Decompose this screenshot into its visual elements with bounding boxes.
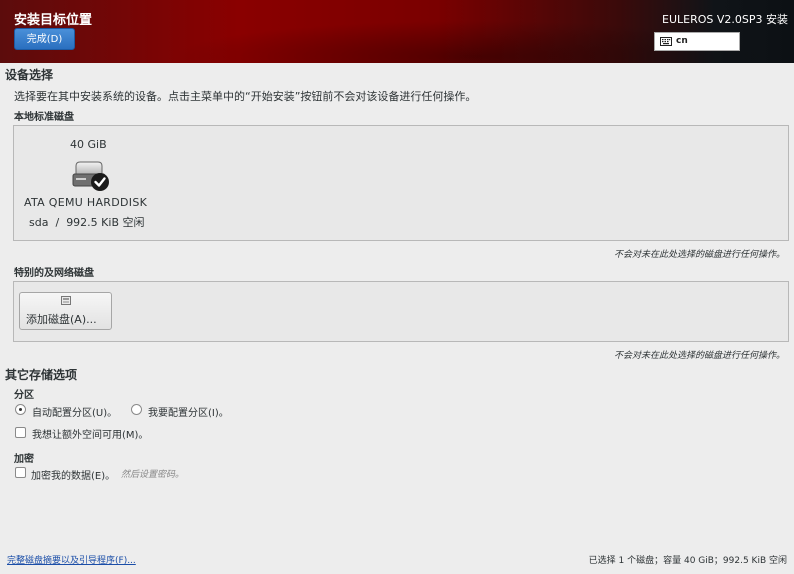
manual-partition-radio[interactable] bbox=[131, 404, 142, 415]
disk-separator: / bbox=[55, 216, 60, 229]
manual-partition-label[interactable]: 我要配置分区(I)。 bbox=[148, 404, 229, 419]
harddisk-selected-icon bbox=[72, 161, 109, 191]
selection-status: 已选择 1 个磁盘；容量 40 GiB；992.5 KiB 空闲 bbox=[588, 556, 787, 566]
encrypt-label[interactable]: 加密我的数据(E)。 bbox=[31, 467, 115, 482]
auto-partition-radio[interactable] bbox=[15, 404, 26, 415]
encrypt-checkbox[interactable] bbox=[15, 467, 26, 478]
add-disk-button[interactable]: 添加磁盘(A)... bbox=[19, 292, 112, 330]
done-button[interactable]: 完成(D) bbox=[14, 28, 75, 50]
partition-title: 分区 bbox=[14, 390, 34, 401]
local-disks-note: 不会对未在此处选择的磁盘进行任何操作。 bbox=[613, 250, 785, 260]
encrypt-hint: 然后设置密码。 bbox=[121, 470, 185, 480]
disk-device-info: sda / 992.5 KiB 空闲 bbox=[29, 214, 145, 230]
extra-space-label[interactable]: 我想让额外空间可用(M)。 bbox=[32, 426, 148, 441]
header-bar: 安装目标位置 完成(D) EULEROS V2.0SP3 安装 cn bbox=[0, 0, 794, 63]
product-title: EULEROS V2.0SP3 安装 bbox=[662, 13, 788, 26]
disk-device-name: sda bbox=[29, 216, 49, 229]
other-storage-title: 其它存储选项 bbox=[5, 368, 78, 382]
local-disks-title: 本地标准磁盘 bbox=[14, 112, 74, 123]
keyboard-icon bbox=[660, 37, 672, 46]
disk-size: 40 GiB bbox=[70, 138, 107, 151]
device-selection-description: 选择要在其中安装系统的设备。点击主菜单中的“开始安装”按钮前不会对该设备进行任何… bbox=[14, 90, 477, 103]
special-disks-title: 特别的及网络磁盘 bbox=[14, 268, 94, 279]
keyboard-layout-indicator[interactable]: cn bbox=[654, 32, 740, 51]
special-disks-panel bbox=[13, 281, 789, 342]
disk-model-name: ATA QEMU HARDDISK bbox=[24, 196, 148, 209]
special-disks-note: 不会对未在此处选择的磁盘进行任何操作。 bbox=[613, 351, 785, 361]
disk-summary-link[interactable]: 完整磁盘摘要以及引导程序(F)... bbox=[7, 553, 136, 566]
device-selection-title: 设备选择 bbox=[5, 68, 54, 82]
page-title: 安装目标位置 bbox=[14, 13, 93, 28]
encryption-title: 加密 bbox=[14, 454, 34, 465]
extra-space-checkbox[interactable] bbox=[15, 427, 26, 438]
disk-free-space: 992.5 KiB 空闲 bbox=[66, 216, 145, 229]
keyboard-layout-label: cn bbox=[676, 36, 688, 46]
auto-partition-label[interactable]: 自动配置分区(U)。 bbox=[32, 404, 117, 419]
network-disk-icon bbox=[61, 296, 71, 305]
add-disk-label: 添加磁盘(A)... bbox=[26, 313, 97, 326]
